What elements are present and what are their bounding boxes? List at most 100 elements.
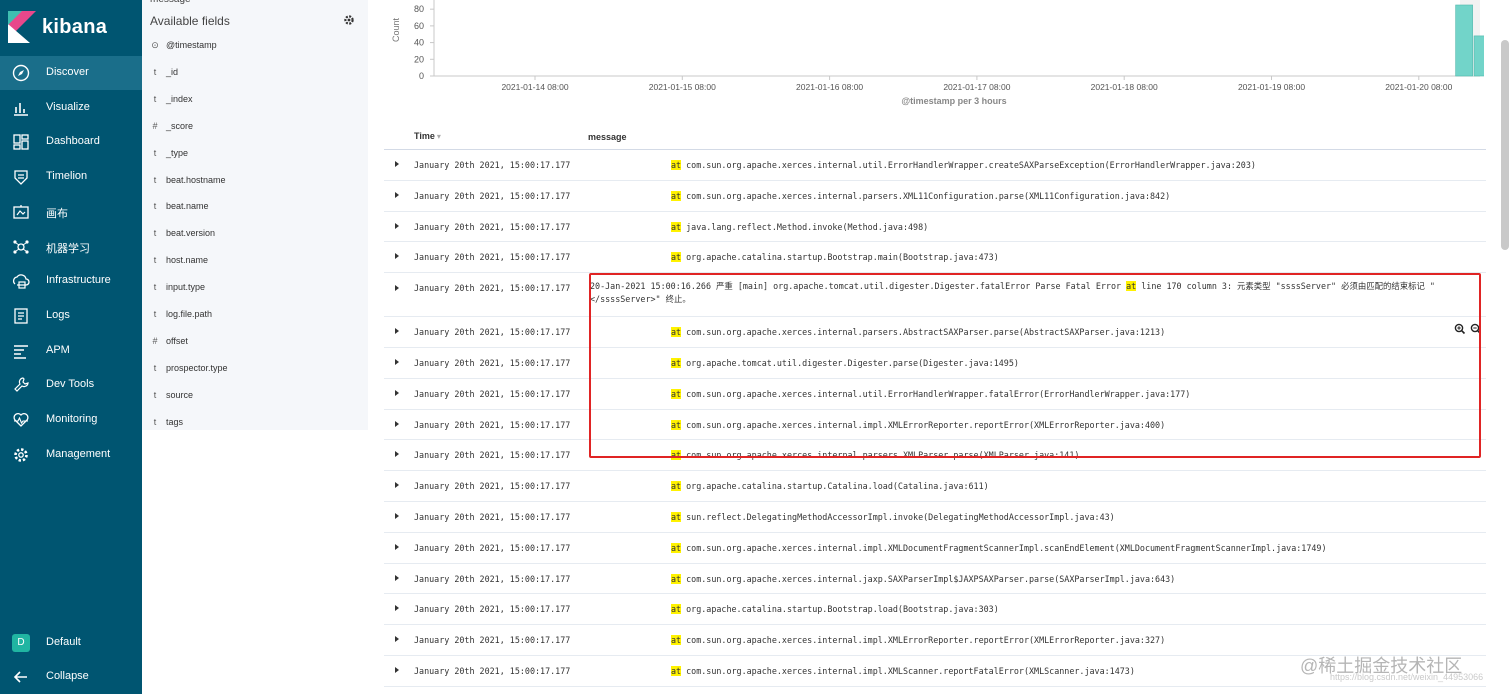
- sidebar-item-infrastructure[interactable]: Infrastructure: [0, 264, 142, 298]
- selected-field-partial[interactable]: message: [150, 0, 191, 5]
- zoom-in-icon[interactable]: [1454, 323, 1466, 335]
- row-time: January 20th 2021, 15:00:17.177: [414, 358, 571, 368]
- sidebar-item-monitoring[interactable]: Monitoring: [0, 403, 142, 437]
- field-item[interactable]: t prospector.type: [142, 357, 368, 383]
- field-type-icon: t: [153, 93, 157, 104]
- sidebar-item-management[interactable]: Management: [0, 438, 142, 472]
- x-tick-label: 2021-01-19 08:00: [1238, 82, 1305, 92]
- field-item[interactable]: t source: [142, 384, 368, 410]
- brand[interactable]: kibana: [0, 0, 142, 56]
- table-row[interactable]: January 20th 2021, 15:00:17.177 at com.su…: [384, 410, 1486, 441]
- field-settings-gear-icon[interactable]: [343, 14, 355, 26]
- sidebar-item-dashboard[interactable]: Dashboard: [0, 125, 142, 159]
- apm-icon: [14, 344, 28, 359]
- field-item[interactable]: t beat.hostname: [142, 169, 368, 195]
- table-row[interactable]: January 20th 2021, 15:00:17.177 at com.su…: [384, 379, 1486, 410]
- compass-icon: [12, 64, 30, 82]
- message-column-header[interactable]: message: [588, 132, 627, 142]
- row-message: at com.sun.org.apache.xerces.internal.ut…: [671, 388, 1191, 399]
- expand-caret-icon[interactable]: [393, 574, 401, 582]
- field-item[interactable]: ⊙ @timestamp: [142, 34, 368, 60]
- time-column-header[interactable]: Time ▾: [414, 131, 441, 141]
- field-item[interactable]: t host.name: [142, 249, 368, 275]
- sidebar-item-label: Timelion: [46, 170, 88, 183]
- expand-caret-icon[interactable]: [393, 191, 401, 199]
- expand-caret-icon[interactable]: [393, 327, 401, 335]
- field-item[interactable]: t _index: [142, 88, 368, 114]
- table-row[interactable]: January 20th 2021, 15:00:17.177 at org.ap…: [384, 242, 1486, 274]
- field-type-icon: t: [153, 147, 157, 158]
- table-row[interactable]: January 20th 2021, 15:00:17.177 at com.su…: [384, 150, 1486, 181]
- expand-caret-icon[interactable]: [393, 543, 401, 551]
- sidebar-item-画布[interactable]: 画布: [0, 195, 142, 229]
- table-row[interactable]: January 20th 2021, 15:00:17.177 at org.ap…: [384, 348, 1486, 379]
- table-row[interactable]: January 20th 2021, 15:00:17.177 at com.su…: [384, 564, 1486, 595]
- zoom-out-icon[interactable]: [1470, 323, 1482, 335]
- scrollbar-thumb[interactable]: [1501, 40, 1509, 250]
- sidebar-item-visualize[interactable]: Visualize: [0, 91, 142, 125]
- field-item[interactable]: t log.file.path: [142, 303, 368, 329]
- field-item[interactable]: t beat.name: [142, 195, 368, 221]
- sidebar-item-apm[interactable]: APM: [0, 334, 142, 368]
- expand-caret-icon[interactable]: [393, 481, 401, 489]
- expand-caret-icon[interactable]: [393, 284, 401, 292]
- expand-caret-icon[interactable]: [393, 635, 401, 643]
- sidebar-item-logs[interactable]: Logs: [0, 299, 142, 333]
- table-row[interactable]: January 20th 2021, 15:00:17.177 at com.su…: [384, 533, 1486, 564]
- table-row[interactable]: January 20th 2021, 15:00:17.177 at com.su…: [384, 181, 1486, 212]
- table-row[interactable]: January 20th 2021, 15:00:17.177 at org.ap…: [384, 471, 1486, 502]
- expand-caret-icon[interactable]: [393, 252, 401, 260]
- histogram-bar[interactable]: [1455, 4, 1473, 77]
- field-type-icon: t: [153, 255, 157, 266]
- expand-caret-icon[interactable]: [393, 358, 401, 366]
- expand-caret-icon[interactable]: [393, 666, 401, 674]
- search-highlight: at: [671, 512, 682, 522]
- search-highlight: at: [671, 573, 682, 584]
- y-tick-label: 80: [414, 4, 424, 14]
- x-tick-label: 2021-01-15 08:00: [649, 82, 716, 92]
- expand-caret-icon[interactable]: [393, 389, 401, 397]
- sidebar-item-机器学习[interactable]: 机器学习: [0, 230, 142, 264]
- histogram-bar[interactable]: [1473, 35, 1484, 77]
- field-item[interactable]: # _score: [142, 115, 368, 141]
- field-type-icon: t: [153, 174, 157, 185]
- row-time: January 20th 2021, 15:00:17.177: [414, 419, 571, 430]
- row-message: at com.sun.org.apache.xerces.internal.im…: [671, 419, 1165, 430]
- expand-caret-icon[interactable]: [393, 512, 401, 520]
- row-time: January 20th 2021, 15:00:17.177: [414, 604, 571, 615]
- table-row[interactable]: January 20th 2021, 15:00:17.177 at com.su…: [384, 440, 1486, 472]
- field-item[interactable]: # offset: [142, 330, 368, 356]
- field-item[interactable]: t beat.version: [142, 222, 368, 248]
- expand-caret-icon[interactable]: [393, 420, 401, 428]
- sidebar-item-timelion[interactable]: Timelion: [0, 160, 142, 194]
- sidebar-item-dev-tools[interactable]: Dev Tools: [0, 368, 142, 402]
- expand-caret-icon[interactable]: [393, 604, 401, 612]
- field-list-panel: message Available fields ⊙ @timestamp t _id…: [142, 0, 368, 430]
- field-name: _id: [166, 66, 179, 77]
- heartbeat-icon: [13, 412, 29, 427]
- sort-desc-icon[interactable]: ▾: [437, 132, 441, 141]
- sidebar-item-discover[interactable]: Discover: [0, 56, 142, 90]
- field-item[interactable]: t _id: [142, 61, 368, 87]
- table-row[interactable]: January 20th 2021, 15:00:17.177 at org.ap…: [384, 594, 1486, 626]
- search-highlight: at: [671, 252, 682, 263]
- collapse-button[interactable]: Collapse: [0, 660, 142, 694]
- message-text: com.sun.org.apache.xerces.internal.util.…: [681, 388, 1191, 399]
- field-item[interactable]: t input.type: [142, 276, 368, 302]
- table-row[interactable]: January 20th 2021, 15:00:17.177 at com.su…: [384, 317, 1486, 348]
- expand-caret-icon[interactable]: [393, 450, 401, 458]
- field-item[interactable]: t _type: [142, 142, 368, 168]
- ml-icon: [13, 239, 29, 254]
- field-item[interactable]: t tags: [142, 411, 368, 437]
- expand-caret-icon[interactable]: [393, 222, 401, 230]
- table-row[interactable]: January 20th 2021, 15:00:17.177 at java.l…: [384, 212, 1486, 243]
- space-selector[interactable]: D Default: [0, 626, 142, 660]
- expand-caret-icon[interactable]: [393, 160, 401, 168]
- table-row[interactable]: January 20th 2021, 15:00:17.177 at sun.re…: [384, 502, 1486, 533]
- gear-icon: [14, 447, 28, 462]
- page-scrollbar[interactable]: [1498, 0, 1512, 694]
- table-row[interactable]: January 20th 2021, 15:00:17.177 20-Jan-20…: [384, 273, 1486, 318]
- field-name: @timestamp: [166, 40, 217, 50]
- message-text: sun.reflect.DelegatingMethodAccessorImpl…: [681, 512, 1115, 522]
- message-text: org.apache.tomcat.util.digester.Digester…: [681, 358, 1019, 368]
